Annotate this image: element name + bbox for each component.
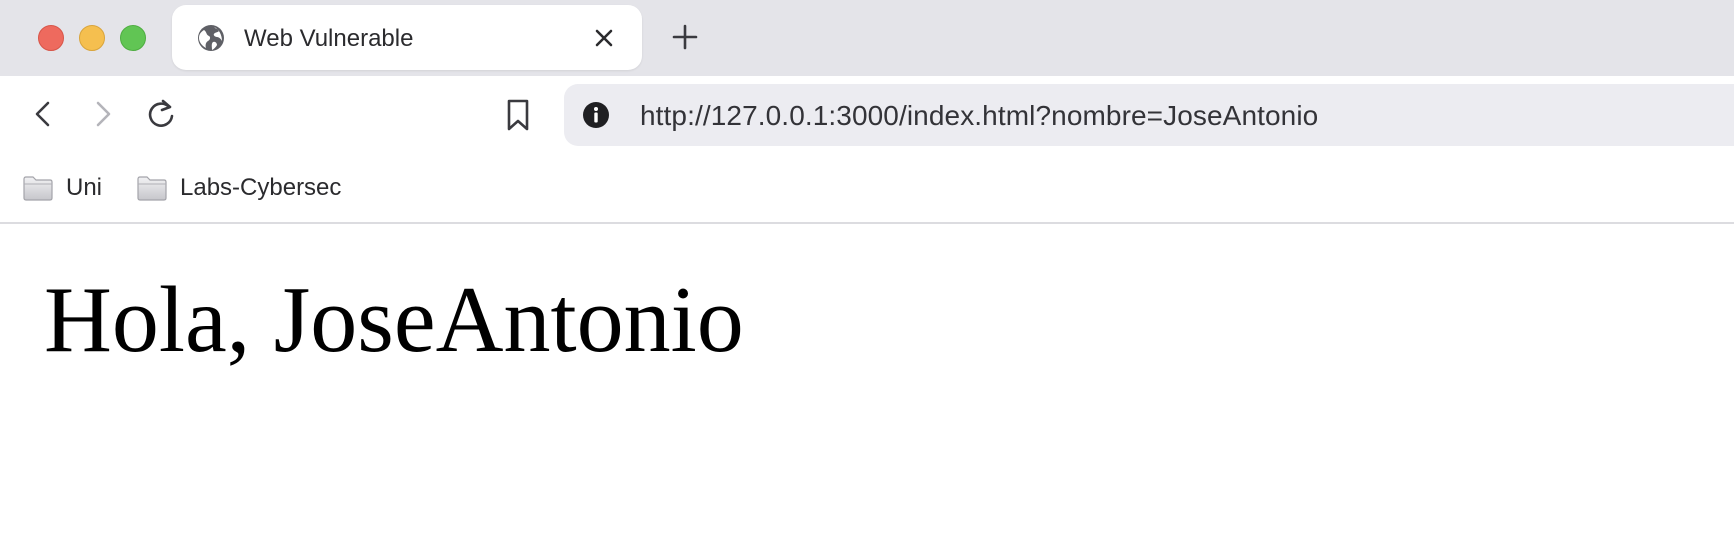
bookmark-folder-uni[interactable]: Uni [22,168,102,208]
new-tab-button[interactable] [670,22,700,52]
back-button[interactable] [26,96,62,132]
bookmark-folder-labs-cybersec[interactable]: Labs-Cybersec [136,168,341,208]
toolbar: http://127.0.0.1:3000/index.html?nombre=… [0,76,1734,154]
window-maximize-button[interactable] [120,25,146,51]
url-text[interactable]: http://127.0.0.1:3000/index.html?nombre=… [640,100,1318,132]
page-content: Hola, JoseAntonio [0,224,1734,544]
close-icon[interactable] [592,26,616,50]
info-icon[interactable] [582,101,610,129]
bookmark-icon[interactable] [502,98,534,132]
bookmark-label: Uni [66,174,103,201]
forward-button[interactable] [84,96,120,132]
tab-web-vulnerable[interactable]: Web Vulnerable [172,5,642,70]
bookmarks-bar: Uni Labs-Cybersec [0,154,1734,224]
window-minimize-button[interactable] [79,25,105,51]
folder-icon [23,176,53,201]
tab-title: Web Vulnerable [244,25,414,52]
address-bar[interactable]: http://127.0.0.1:3000/index.html?nombre=… [564,84,1734,146]
reload-button[interactable] [143,96,179,132]
page-heading: Hola, JoseAntonio [44,268,744,372]
tab-strip: Web Vulnerable [0,0,1734,76]
globe-icon [198,25,224,51]
window-close-button[interactable] [38,25,64,51]
folder-icon [137,176,167,201]
bookmark-label: Labs-Cybersec [180,174,342,201]
